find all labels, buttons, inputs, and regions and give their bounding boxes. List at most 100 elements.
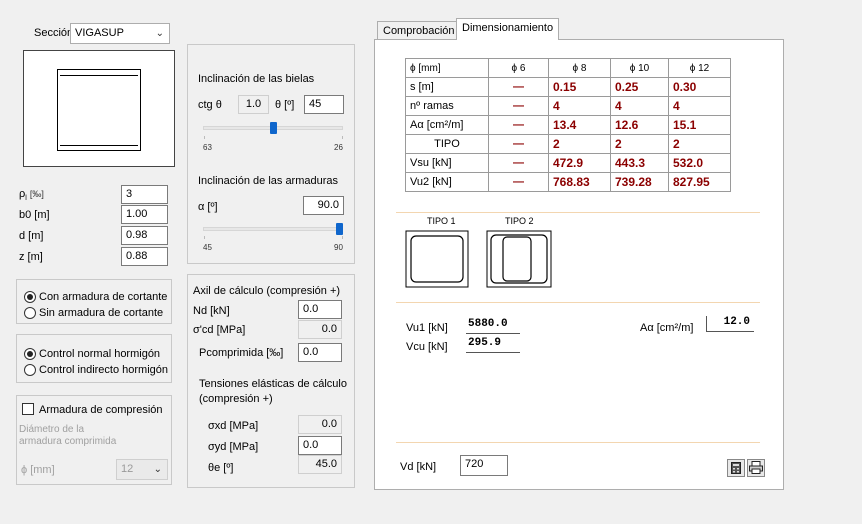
separator <box>396 442 760 443</box>
nd-label: Nd [kN] <box>193 305 230 317</box>
alpha-field[interactable]: 90.0 <box>303 196 344 215</box>
radio-dot <box>24 348 36 360</box>
table-cell: 4 <box>548 96 611 116</box>
vcu-value: 295.9 <box>466 337 520 353</box>
rho-label: ρl [‰] <box>19 188 44 203</box>
row-label: nº ramas <box>405 96 489 116</box>
seccion-select[interactable]: VIGASUP ⌄ <box>70 23 170 44</box>
calculator-button[interactable] <box>727 459 745 477</box>
chevron-down-icon: ⌄ <box>153 464 162 475</box>
stirrup-tipo1-icon <box>405 230 469 288</box>
tipo2-label: TIPO 2 <box>505 216 534 226</box>
seccion-label: Sección <box>34 27 74 39</box>
d-label: d [m] <box>19 230 44 242</box>
compresion-checkbox[interactable]: Armadura de compresión <box>22 403 163 416</box>
seccion-value: VIGASUP <box>75 27 124 39</box>
top-rebar-line <box>60 75 138 76</box>
te-label: θe [º] <box>208 462 234 474</box>
armaduras-slider-thumb[interactable] <box>336 223 343 235</box>
tens-title-2: (compresión +) <box>199 393 273 405</box>
section-preview <box>23 50 175 167</box>
table-row: Vsu [kN] — 472.9 443.3 532.0 <box>405 153 731 173</box>
table-cell: 0.25 <box>610 77 669 97</box>
z-label: z [m] <box>19 251 43 263</box>
armaduras-slider-track[interactable] <box>203 227 343 231</box>
vcu-label: Vcu [kN] <box>406 341 448 353</box>
checkbox-box <box>22 403 34 415</box>
armaduras-title: Inclinación de las armaduras <box>198 175 339 187</box>
separator <box>396 302 760 303</box>
phi-select[interactable]: 12 ⌄ <box>116 459 168 480</box>
b0-label: b0 [m] <box>19 209 50 221</box>
table-cell: 443.3 <box>610 153 669 173</box>
tick <box>342 136 343 139</box>
row-label: s [m] <box>405 77 489 97</box>
tens-title-1: Tensiones elásticas de cálculo <box>199 378 347 390</box>
tick <box>342 236 343 239</box>
table-cell: — <box>488 172 549 192</box>
radio-con-armadura[interactable]: Con armadura de cortante <box>24 291 167 303</box>
row-label: Vu2 [kN] <box>405 172 489 192</box>
vd-label: Vd [kN] <box>400 461 437 473</box>
rho-field[interactable]: 3 <box>121 185 168 204</box>
vd-field[interactable]: 720 <box>460 455 508 476</box>
row-label: TIPO <box>405 134 489 154</box>
radio-control-normal[interactable]: Control normal hormigón <box>24 348 160 360</box>
table-cell: 2 <box>548 134 611 154</box>
table-cell: 13.4 <box>548 115 611 135</box>
tipo1-label: TIPO 1 <box>427 216 456 226</box>
scd-label: σ'cd [MPa] <box>193 324 246 336</box>
table-cell: 739.28 <box>610 172 669 192</box>
bottom-rebar-line <box>60 145 138 146</box>
table-row: Vu2 [kN] — 768.83 739.28 827.95 <box>405 172 731 192</box>
theta-label: θ [º] <box>275 99 295 111</box>
table-cell: 827.95 <box>668 172 731 192</box>
b0-field[interactable]: 1.00 <box>121 205 168 224</box>
vu1-label: Vu1 [kN] <box>406 322 448 334</box>
table-cell: 2 <box>610 134 669 154</box>
table-cell: 2 <box>668 134 731 154</box>
row-label: Aα [cm²/m] <box>405 115 489 135</box>
table-cell: — <box>488 115 549 135</box>
table-cell: 0.15 <box>548 77 611 97</box>
table-cell: — <box>488 77 549 97</box>
bielas-slider-thumb[interactable] <box>269 122 277 134</box>
diam-label-1: Diámetro de la <box>19 424 85 435</box>
table-cell: 0.30 <box>668 77 731 97</box>
radio-dot <box>24 291 36 303</box>
table-header-cell: ϕ 6 <box>488 58 549 78</box>
row-label: Vsu [kN] <box>405 153 489 173</box>
table-cell: 4 <box>610 96 669 116</box>
table-row: s [m] — 0.15 0.25 0.30 <box>405 77 731 97</box>
phi-value: 12 <box>121 463 134 475</box>
table-cell: 532.0 <box>668 153 731 173</box>
theta-field[interactable]: 45 <box>304 95 344 114</box>
aa-value: 12.0 <box>706 316 754 332</box>
print-button[interactable] <box>747 459 765 477</box>
scd-field: 0.0 <box>298 320 342 339</box>
nd-field[interactable]: 0.0 <box>298 300 342 319</box>
table-cell: 12.6 <box>610 115 669 135</box>
syd-label: σyd [MPa] <box>208 441 259 453</box>
bielas-max: 26 <box>334 143 343 152</box>
syd-field[interactable]: 0.0 <box>298 436 342 455</box>
radio-sin-armadura[interactable]: Sin armadura de cortante <box>24 307 163 319</box>
tab-dimensionamiento[interactable]: Dimensionamiento <box>456 18 560 40</box>
table-row: nº ramas — 4 4 4 <box>405 96 731 116</box>
armaduras-max: 90 <box>334 243 343 252</box>
separator <box>396 212 760 213</box>
stirrup-tipo2-icon <box>486 230 552 288</box>
table-cell: — <box>488 153 549 173</box>
table-header-cell: ϕ 12 <box>668 58 731 78</box>
z-field[interactable]: 0.88 <box>121 247 168 266</box>
d-field[interactable]: 0.98 <box>121 226 168 245</box>
tick <box>204 236 205 239</box>
tick <box>204 136 205 139</box>
radio-control-indirecto[interactable]: Control indirecto hormigón <box>24 364 168 376</box>
table-header-cell: ϕ 10 <box>610 58 669 78</box>
tab-comprobacion[interactable]: Comprobación <box>377 21 461 41</box>
aa-label: Aα [cm²/m] <box>640 322 694 334</box>
pcomp-field[interactable]: 0.0 <box>298 343 342 362</box>
pcomp-label: Pcomprimida [‰] <box>199 347 284 359</box>
bielas-title: Inclinación de las bielas <box>198 73 315 85</box>
